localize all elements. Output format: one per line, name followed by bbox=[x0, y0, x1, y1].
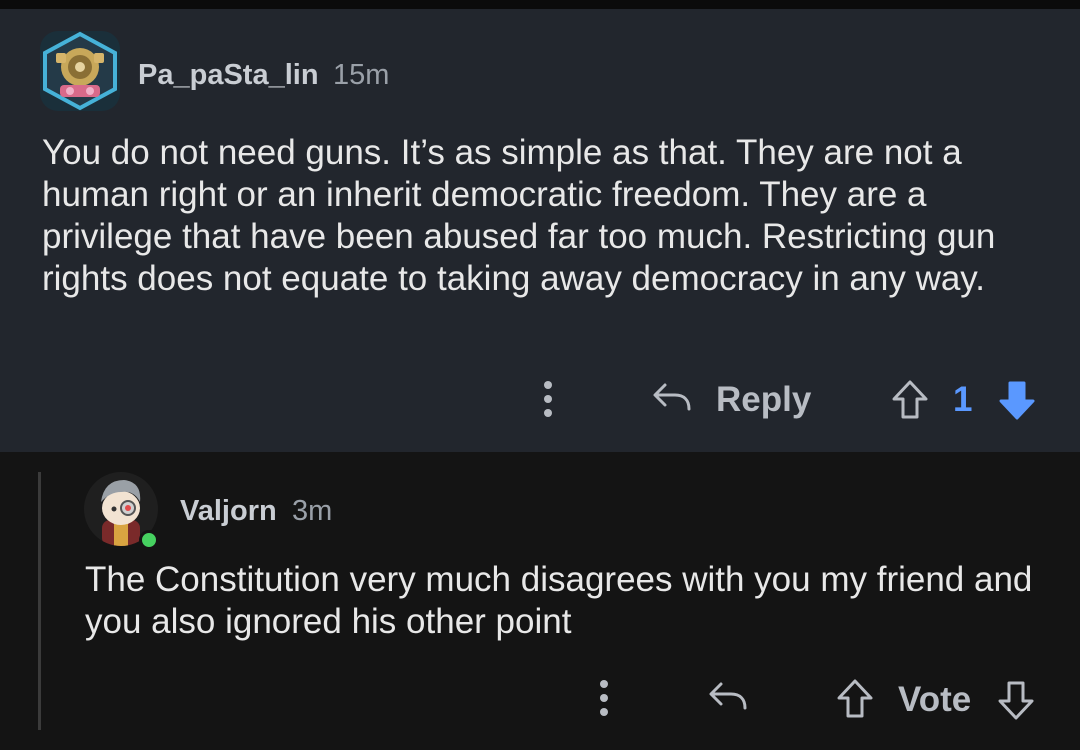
downvote-icon[interactable] bbox=[996, 679, 1036, 721]
vote-count: 1 bbox=[953, 380, 973, 419]
comment-thread: Pa_paSta_lin 15m You do not need guns. I… bbox=[0, 0, 1080, 750]
vote-label: Vote bbox=[898, 680, 972, 719]
timestamp: 15m bbox=[333, 59, 390, 91]
thread-line[interactable] bbox=[38, 472, 41, 730]
more-options-icon[interactable] bbox=[538, 377, 558, 421]
online-status-indicator bbox=[139, 530, 159, 550]
comment-body: The Constitution very much disagrees wit… bbox=[85, 560, 1033, 641]
top-strip bbox=[0, 0, 1080, 9]
parent-comment: Pa_paSta_lin 15m You do not need guns. I… bbox=[0, 9, 1080, 452]
username[interactable]: Pa_paSta_lin bbox=[138, 59, 319, 92]
comment-body: You do not need guns. It’s as simple as … bbox=[42, 133, 996, 298]
avatar[interactable] bbox=[40, 31, 120, 111]
username[interactable]: Valjorn bbox=[180, 495, 277, 528]
more-options-icon[interactable] bbox=[594, 676, 614, 720]
reply-label: Reply bbox=[716, 380, 812, 419]
upvote-icon[interactable] bbox=[835, 678, 875, 720]
upvote-icon[interactable] bbox=[890, 379, 930, 421]
timestamp: 3m bbox=[292, 495, 333, 527]
reply-comment: Valjorn 3m The Constitution very much di… bbox=[0, 452, 1080, 750]
reply-icon[interactable] bbox=[707, 678, 751, 718]
reply-icon bbox=[653, 383, 691, 411]
avatar-image bbox=[43, 31, 117, 111]
downvote-icon[interactable] bbox=[997, 379, 1037, 421]
